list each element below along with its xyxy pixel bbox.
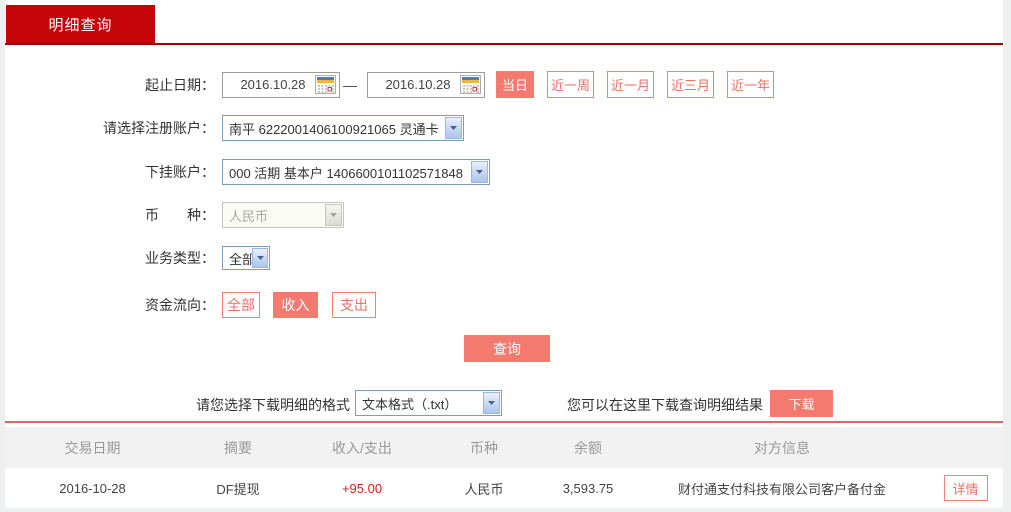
download-row: 请您选择下载明细的格式 文本格式（.txt） 您可以在这里下载查询明细结果 下载: [5, 390, 1003, 417]
date-range-row: 起止日期： 2016.10.28 — 2016.10.28 当日 近一周 近一月…: [5, 71, 775, 98]
download-hint: 您可以在这里下载查询明细结果: [567, 397, 763, 413]
download-button[interactable]: 下载: [770, 390, 833, 417]
table-row: 2016-10-28 DF提现 +95.00 人民币 3,593.75 财付通支…: [5, 468, 1003, 508]
tab-label: 明细查询: [48, 16, 113, 34]
fund-flow-row: 资金流向： 全部 收入 支出: [5, 291, 376, 318]
cell-currency: 人民币: [464, 481, 504, 497]
chevron-down-icon: [325, 204, 342, 226]
currency-select: 人民币: [222, 202, 344, 228]
header-balance: 余额: [574, 439, 602, 456]
start-date-input[interactable]: 2016.10.28: [222, 71, 340, 98]
business-type-value: 全部: [229, 251, 252, 267]
date-separator: —: [343, 76, 357, 93]
chevron-down-icon: [252, 248, 268, 268]
detail-button[interactable]: 详情: [943, 475, 988, 501]
query-button[interactable]: 查询: [464, 335, 550, 362]
currency-value: 人民币: [229, 208, 269, 224]
date-range-label: 起止日期：: [145, 76, 215, 93]
currency-label: 币 种：: [145, 207, 215, 223]
calendar-icon[interactable]: [315, 75, 336, 94]
header-counterparty: 对方信息: [754, 439, 810, 456]
end-date-input[interactable]: 2016.10.28: [367, 71, 485, 98]
header-date: 交易日期: [64, 439, 121, 456]
end-date-value: 2016.10.28: [385, 77, 451, 92]
tab-underline: [5, 43, 1003, 45]
business-type-select[interactable]: 全部: [222, 246, 270, 270]
register-account-label: 请选择注册账户：: [103, 120, 215, 136]
quick-range-today-button[interactable]: 当日: [496, 71, 535, 98]
download-format-value: 文本格式（.txt）: [362, 396, 458, 412]
chevron-down-icon: [483, 392, 500, 414]
fund-flow-income-button[interactable]: 收入: [273, 291, 318, 318]
business-type-label: 业务类型：: [145, 250, 215, 266]
cell-action: 详情: [928, 475, 1003, 501]
sub-account-select[interactable]: 000 活期 基本户 1406600101102571848: [222, 159, 490, 185]
chevron-down-icon: [471, 161, 488, 183]
quick-range-year-button[interactable]: 近一年: [727, 71, 775, 98]
header-currency: 币种: [470, 439, 498, 456]
table-top-border: [5, 421, 1003, 423]
quick-range-month-button[interactable]: 近一月: [607, 71, 655, 98]
chevron-down-icon: [445, 117, 462, 139]
header-summary: 摘要: [224, 439, 252, 456]
sub-account-value: 000 活期 基本户 1406600101102571848: [229, 165, 463, 181]
cell-amount: +95.00: [341, 480, 383, 496]
quick-range-quarter-button[interactable]: 近三月: [667, 71, 715, 98]
cell-date: 2016-10-28: [59, 480, 126, 496]
fund-flow-label: 资金流向：: [145, 296, 215, 313]
cell-balance: 3,593.75: [562, 480, 614, 496]
tab-detail-query[interactable]: 明细查询: [6, 5, 155, 43]
fund-flow-expense-button[interactable]: 支出: [332, 291, 376, 318]
start-date-value: 2016.10.28: [240, 77, 306, 92]
register-account-value: 南平 6222001406100921065 灵通卡: [229, 121, 439, 137]
header-amount: 收入/支出: [332, 439, 392, 456]
cell-summary: DF提现: [216, 481, 260, 497]
fund-flow-all-button[interactable]: 全部: [222, 291, 260, 318]
page: 明细查询 起止日期： 2016.10.28 — 2016.10.28 当日 近一…: [0, 0, 1011, 512]
register-account-select[interactable]: 南平 6222001406100921065 灵通卡: [222, 115, 464, 141]
sub-account-label: 下挂账户：: [145, 164, 215, 180]
quick-range-week-button[interactable]: 近一周: [547, 71, 595, 98]
table-header-row: 交易日期 摘要 收入/支出 币种 余额 对方信息: [5, 427, 1003, 468]
calendar-icon[interactable]: [460, 75, 481, 94]
sub-account-row: 下挂账户： 000 活期 基本户 1406600101102571848: [5, 159, 490, 185]
register-account-row: 请选择注册账户： 南平 6222001406100921065 灵通卡: [5, 115, 464, 141]
currency-row: 币 种： 人民币: [5, 202, 344, 228]
download-format-label: 请您选择下载明细的格式: [196, 397, 350, 413]
detail-query-panel: 明细查询 起止日期： 2016.10.28 — 2016.10.28 当日 近一…: [5, 0, 1003, 508]
cell-counterparty: 财付通支付科技有限公司客户备付金: [677, 481, 886, 497]
business-type-row: 业务类型： 全部: [5, 246, 270, 270]
download-format-select[interactable]: 文本格式（.txt）: [355, 390, 502, 416]
